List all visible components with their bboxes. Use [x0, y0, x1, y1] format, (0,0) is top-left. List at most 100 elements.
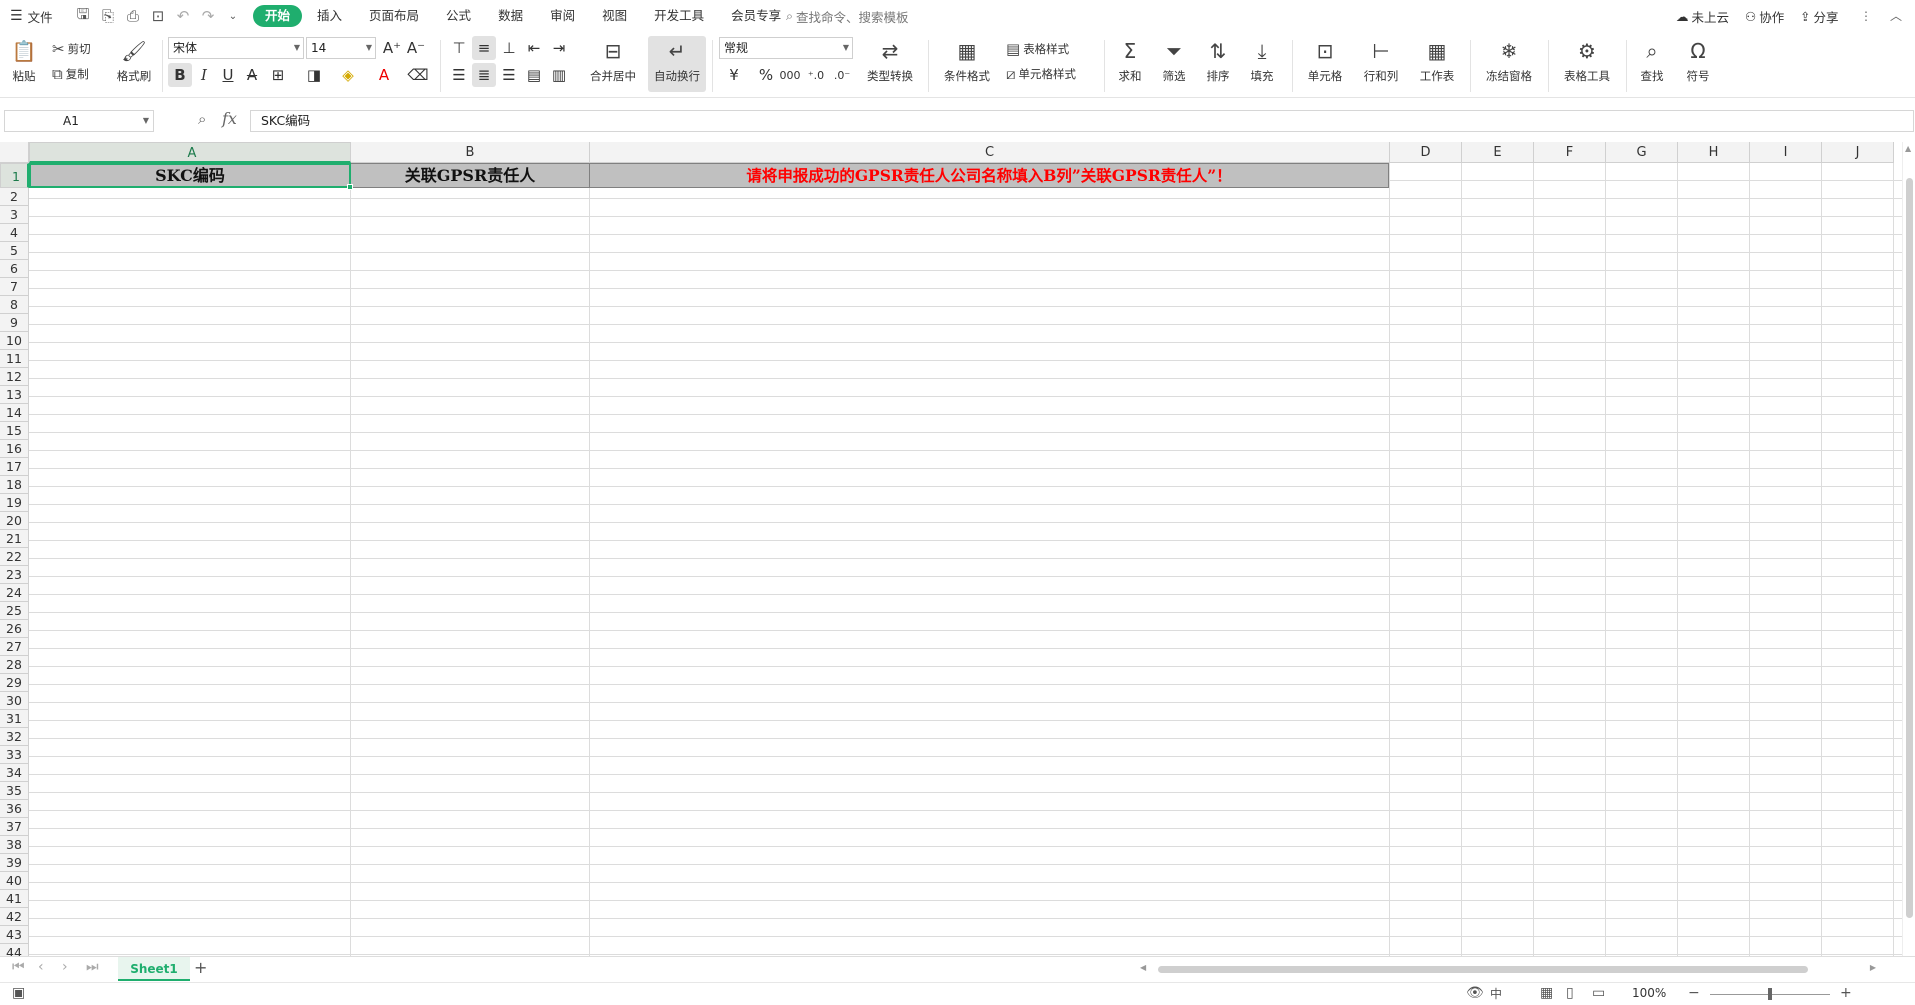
select-all-corner[interactable] [0, 142, 29, 163]
paste-button[interactable]: 📋 粘贴 [6, 36, 42, 86]
find-button[interactable]: ⌕ 查找 [1634, 36, 1670, 86]
more-icon[interactable]: ⋮ [1860, 0, 1872, 32]
thousands-icon[interactable]: 000 [778, 63, 802, 87]
tab-review[interactable]: 审阅 [538, 5, 587, 27]
customize-chevron-icon[interactable]: ⌄ [222, 5, 244, 27]
share-button[interactable]: ⇪ 分享 [1800, 0, 1839, 32]
tab-developer[interactable]: 开发工具 [642, 5, 716, 27]
indent-decrease-icon[interactable]: ⇤ [522, 36, 546, 60]
row-header-4[interactable]: 4 [0, 224, 29, 242]
row-header-26[interactable]: 26 [0, 620, 29, 638]
percent-icon[interactable]: % [754, 63, 778, 87]
table-tools-button[interactable]: ⚙ 表格工具 [1556, 36, 1618, 86]
formula-input[interactable]: SKC编码 [250, 110, 1914, 132]
eraser-icon[interactable]: ⌫ [406, 63, 430, 87]
freeze-panes-button[interactable]: ❄ 冻结窗格 [1478, 36, 1540, 86]
add-sheet-icon[interactable]: + [194, 958, 207, 977]
column-header-g[interactable]: G [1606, 142, 1678, 163]
row-header-39[interactable]: 39 [0, 854, 29, 872]
scroll-up-icon[interactable]: ▲ [1905, 144, 1911, 153]
page-layout-view-icon[interactable]: ▯ [1566, 985, 1574, 1001]
print-preview-icon[interactable]: ⊡ [147, 5, 169, 27]
font-name-select[interactable]: 宋体 ▼ [168, 37, 304, 59]
cell-b1[interactable]: 关联GPSR责任人 [350, 163, 590, 188]
export-pdf-icon[interactable]: ⎘ [97, 5, 119, 27]
row-header-41[interactable]: 41 [0, 890, 29, 908]
row-header-2[interactable]: 2 [0, 188, 29, 206]
sheet-tab-sheet1[interactable]: Sheet1 [118, 957, 190, 981]
align-center-icon[interactable]: ≣ [472, 63, 496, 87]
underline-icon[interactable]: U [216, 63, 240, 87]
copy-button[interactable]: ⧉ 复制 [52, 63, 89, 85]
row-header-42[interactable]: 42 [0, 908, 29, 926]
row-header-15[interactable]: 15 [0, 422, 29, 440]
next-sheet-icon[interactable]: › [62, 959, 68, 975]
column-header-h[interactable]: H [1678, 142, 1750, 163]
row-header-27[interactable]: 27 [0, 638, 29, 656]
vertical-scroll-thumb[interactable] [1906, 178, 1913, 918]
increase-decimal-icon[interactable]: ⁺.0 [804, 63, 828, 87]
conditional-format-button[interactable]: ▦ 条件格式 [936, 36, 998, 86]
zoom-in-icon[interactable]: + [1840, 985, 1852, 1001]
row-header-13[interactable]: 13 [0, 386, 29, 404]
column-header-f[interactable]: F [1534, 142, 1606, 163]
row-header-34[interactable]: 34 [0, 764, 29, 782]
cell-c1[interactable]: 请将申报成功的GPSR责任人公司名称填入B列”关联GPSR责任人”！ [589, 163, 1389, 188]
tab-member[interactable]: 会员专享 [719, 5, 793, 27]
wrap-text-button[interactable]: ↵ 自动换行 [648, 36, 706, 92]
last-sheet-icon[interactable]: ⏭ [86, 959, 99, 975]
row-header-23[interactable]: 23 [0, 566, 29, 584]
row-header-37[interactable]: 37 [0, 818, 29, 836]
decrease-decimal-icon[interactable]: .0⁻ [830, 63, 854, 87]
column-header-c[interactable]: C [590, 142, 1390, 163]
tab-view[interactable]: 视图 [590, 5, 639, 27]
align-left-icon[interactable]: ☰ [447, 63, 471, 87]
rowcol-button[interactable]: ⊢ 行和列 [1356, 36, 1406, 86]
row-header-22[interactable]: 22 [0, 548, 29, 566]
row-header-21[interactable]: 21 [0, 530, 29, 548]
macro-icon[interactable]: ▣ [12, 985, 25, 1001]
row-header-25[interactable]: 25 [0, 602, 29, 620]
row-header-20[interactable]: 20 [0, 512, 29, 530]
row-header-32[interactable]: 32 [0, 728, 29, 746]
row-header-10[interactable]: 10 [0, 332, 29, 350]
row-header-31[interactable]: 31 [0, 710, 29, 728]
row-header-18[interactable]: 18 [0, 476, 29, 494]
horizontal-scroll-thumb[interactable] [1158, 966, 1808, 973]
column-header-b[interactable]: B [351, 142, 590, 163]
row-header-19[interactable]: 19 [0, 494, 29, 512]
row-header-17[interactable]: 17 [0, 458, 29, 476]
column-header-d[interactable]: D [1390, 142, 1462, 163]
row-header-11[interactable]: 11 [0, 350, 29, 368]
row-header-44[interactable]: 44 [0, 944, 29, 956]
row-header-30[interactable]: 30 [0, 692, 29, 710]
tab-page-layout[interactable]: 页面布局 [357, 5, 431, 27]
row-header-12[interactable]: 12 [0, 368, 29, 386]
row-header-40[interactable]: 40 [0, 872, 29, 890]
horizontal-scrollbar[interactable]: ◀ ▶ [1138, 963, 1878, 975]
redo-icon[interactable]: ↷ [197, 5, 219, 27]
zoom-level[interactable]: 100% [1632, 986, 1666, 1000]
table-style-button[interactable]: ▤ 表格样式 [1006, 38, 1069, 60]
fx-icon[interactable]: fx [222, 109, 237, 128]
align-middle-icon[interactable]: ≡ [472, 36, 496, 60]
row-header-9[interactable]: 9 [0, 314, 29, 332]
column-header-j[interactable]: J [1822, 142, 1894, 163]
row-header-7[interactable]: 7 [0, 278, 29, 296]
row-header-8[interactable]: 8 [0, 296, 29, 314]
scroll-left-icon[interactable]: ◀ [1140, 963, 1146, 972]
row-header-28[interactable]: 28 [0, 656, 29, 674]
fill-button[interactable]: ⤓ 填充 [1244, 36, 1280, 86]
collab-button[interactable]: ⚇ 协作 [1745, 0, 1784, 32]
collapse-ribbon-icon[interactable]: ︿ [1890, 0, 1902, 32]
number-format-select[interactable]: 常规 ▼ [719, 37, 853, 59]
cell-area[interactable] [29, 163, 1915, 956]
row-header-14[interactable]: 14 [0, 404, 29, 422]
indent-increase-icon[interactable]: ⇥ [547, 36, 571, 60]
zoom-out-icon[interactable]: − [1688, 985, 1700, 1001]
borders-icon[interactable]: ⊞ [266, 63, 290, 87]
row-header-6[interactable]: 6 [0, 260, 29, 278]
cut-button[interactable]: ✂ 剪切 [52, 38, 91, 60]
decrease-font-icon[interactable]: A⁻ [404, 36, 428, 60]
normal-view-icon[interactable]: ▦ [1540, 985, 1553, 1001]
